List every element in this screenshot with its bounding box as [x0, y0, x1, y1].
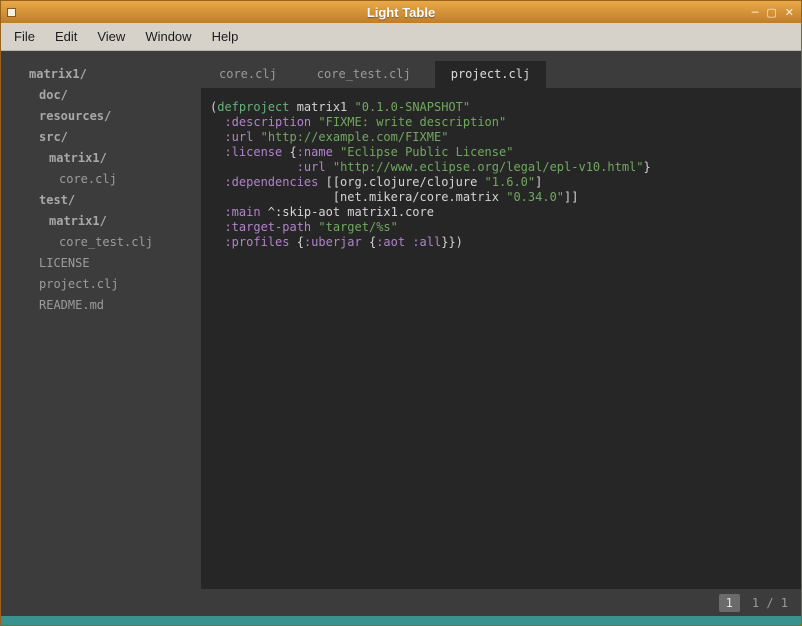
tree-item-matrix1[interactable]: matrix1/	[1, 148, 201, 169]
code-token: {	[289, 235, 304, 249]
app-window: Light Table ─ ▢ ✕ File Edit View Window Help…	[0, 0, 802, 626]
file-tree: matrix1/doc/resources/src/matrix1/core.c…	[1, 51, 201, 589]
tree-item-readme-md[interactable]: README.md	[1, 295, 201, 316]
code-token: "FIXME: write description"	[318, 115, 507, 129]
code-token: :aot	[376, 235, 406, 249]
code-token: "0.1.0-SNAPSHOT"	[354, 100, 471, 114]
code-token: :url	[224, 130, 254, 144]
code-token: :profiles	[224, 235, 290, 249]
statusbar: 1 1 / 1	[1, 589, 801, 616]
tree-item-matrix1[interactable]: matrix1/	[1, 64, 201, 85]
code-line[interactable]: :description "FIXME: write description"	[210, 115, 801, 130]
code-editor[interactable]: (defproject matrix1 "0.1.0-SNAPSHOT" :de…	[201, 88, 801, 589]
code-token: {	[282, 145, 297, 159]
bottom-status-strip	[1, 616, 801, 625]
tree-item-matrix1[interactable]: matrix1/	[1, 211, 201, 232]
tab-core-clj[interactable]: core.clj	[203, 61, 293, 88]
code-line[interactable]: :target-path "target/%s"	[210, 220, 801, 235]
titlebar[interactable]: Light Table ─ ▢ ✕	[1, 1, 801, 23]
tree-item-doc[interactable]: doc/	[1, 85, 201, 106]
menubar: File Edit View Window Help	[1, 23, 801, 51]
code-token: {	[361, 235, 377, 249]
code-token: :url	[296, 160, 326, 174]
code-line[interactable]: :url "http://example.com/FIXME"	[210, 130, 801, 145]
code-line[interactable]: (defproject matrix1 "0.1.0-SNAPSHOT"	[210, 100, 801, 115]
window-title: Light Table	[366, 4, 436, 20]
tabbar: core.clj core_test.clj project.clj	[201, 51, 801, 88]
code-token: :all	[412, 235, 442, 249]
window-controls: ─ ▢ ✕	[752, 7, 794, 18]
code-token: ]]	[564, 190, 579, 204]
main-area: matrix1/doc/resources/src/matrix1/core.c…	[1, 51, 801, 589]
maximize-icon[interactable]: ▢	[766, 7, 776, 18]
code-token: "1.6.0"	[484, 175, 536, 189]
menu-item-file[interactable]: File	[4, 24, 45, 49]
tree-item-core-test-clj[interactable]: core_test.clj	[1, 232, 201, 253]
tree-item-project-clj[interactable]: project.clj	[1, 274, 201, 295]
code-token: }})	[441, 235, 463, 249]
code-line[interactable]: :dependencies [[org.clojure/clojure "1.6…	[210, 175, 801, 190]
code-token: ]	[535, 175, 543, 189]
code-token: :main	[224, 205, 261, 219]
tree-item-resources[interactable]: resources/	[1, 106, 201, 127]
code-token: :description	[224, 115, 312, 129]
tab-core-test-clj[interactable]: core_test.clj	[301, 61, 427, 88]
close-icon[interactable]: ✕	[785, 7, 794, 18]
code-token: "target/%s"	[318, 220, 398, 234]
code-token: :uberjar	[303, 235, 362, 249]
code-line[interactable]: :license {:name "Eclipse Public License"	[210, 145, 801, 160]
code-token: :name	[296, 145, 333, 159]
tree-item-test[interactable]: test/	[1, 190, 201, 211]
code-token: "0.34.0"	[506, 190, 565, 204]
editor-column: core.clj core_test.clj project.clj (defpro…	[201, 51, 801, 589]
code-line[interactable]: [net.mikera/core.matrix "0.34.0"]]	[210, 190, 801, 205]
tab-project-clj[interactable]: project.clj	[434, 61, 547, 88]
code-line[interactable]: :main ^:skip-aot matrix1.core	[210, 205, 801, 220]
code-token: [[org.clojure/clojure	[318, 175, 485, 189]
tree-item-core-clj[interactable]: core.clj	[1, 169, 201, 190]
menu-item-edit[interactable]: Edit	[45, 24, 87, 49]
code-token: ^:skip-aot matrix1.core	[260, 205, 434, 219]
code-token: "Eclipse Public License"	[340, 145, 514, 159]
code-token: :license	[224, 145, 283, 159]
code-line[interactable]: :profiles {:uberjar {:aot :all}})	[210, 235, 801, 250]
code-token: }	[643, 160, 651, 174]
code-token: [net.mikera/core.matrix	[210, 190, 507, 204]
code-token: matrix1	[289, 100, 355, 114]
menu-item-help[interactable]: Help	[202, 24, 249, 49]
menu-item-window[interactable]: Window	[135, 24, 201, 49]
code-token: defproject	[217, 100, 290, 114]
code-token: :dependencies	[224, 175, 319, 189]
tree-item-license[interactable]: LICENSE	[1, 253, 201, 274]
code-token: "http://example.com/FIXME"	[260, 130, 449, 144]
menu-item-view[interactable]: View	[87, 24, 135, 49]
code-line[interactable]: :url "http://www.eclipse.org/legal/epl-v…	[210, 160, 801, 175]
code-token: "http://www.eclipse.org/legal/epl-v10.ht…	[332, 160, 644, 174]
code-token: :target-path	[224, 220, 312, 234]
minimize-icon[interactable]: ─	[752, 7, 759, 18]
page-indicator[interactable]: 1	[718, 593, 740, 612]
tree-item-src[interactable]: src/	[1, 127, 201, 148]
page-count-label: 1 / 1	[751, 595, 788, 610]
